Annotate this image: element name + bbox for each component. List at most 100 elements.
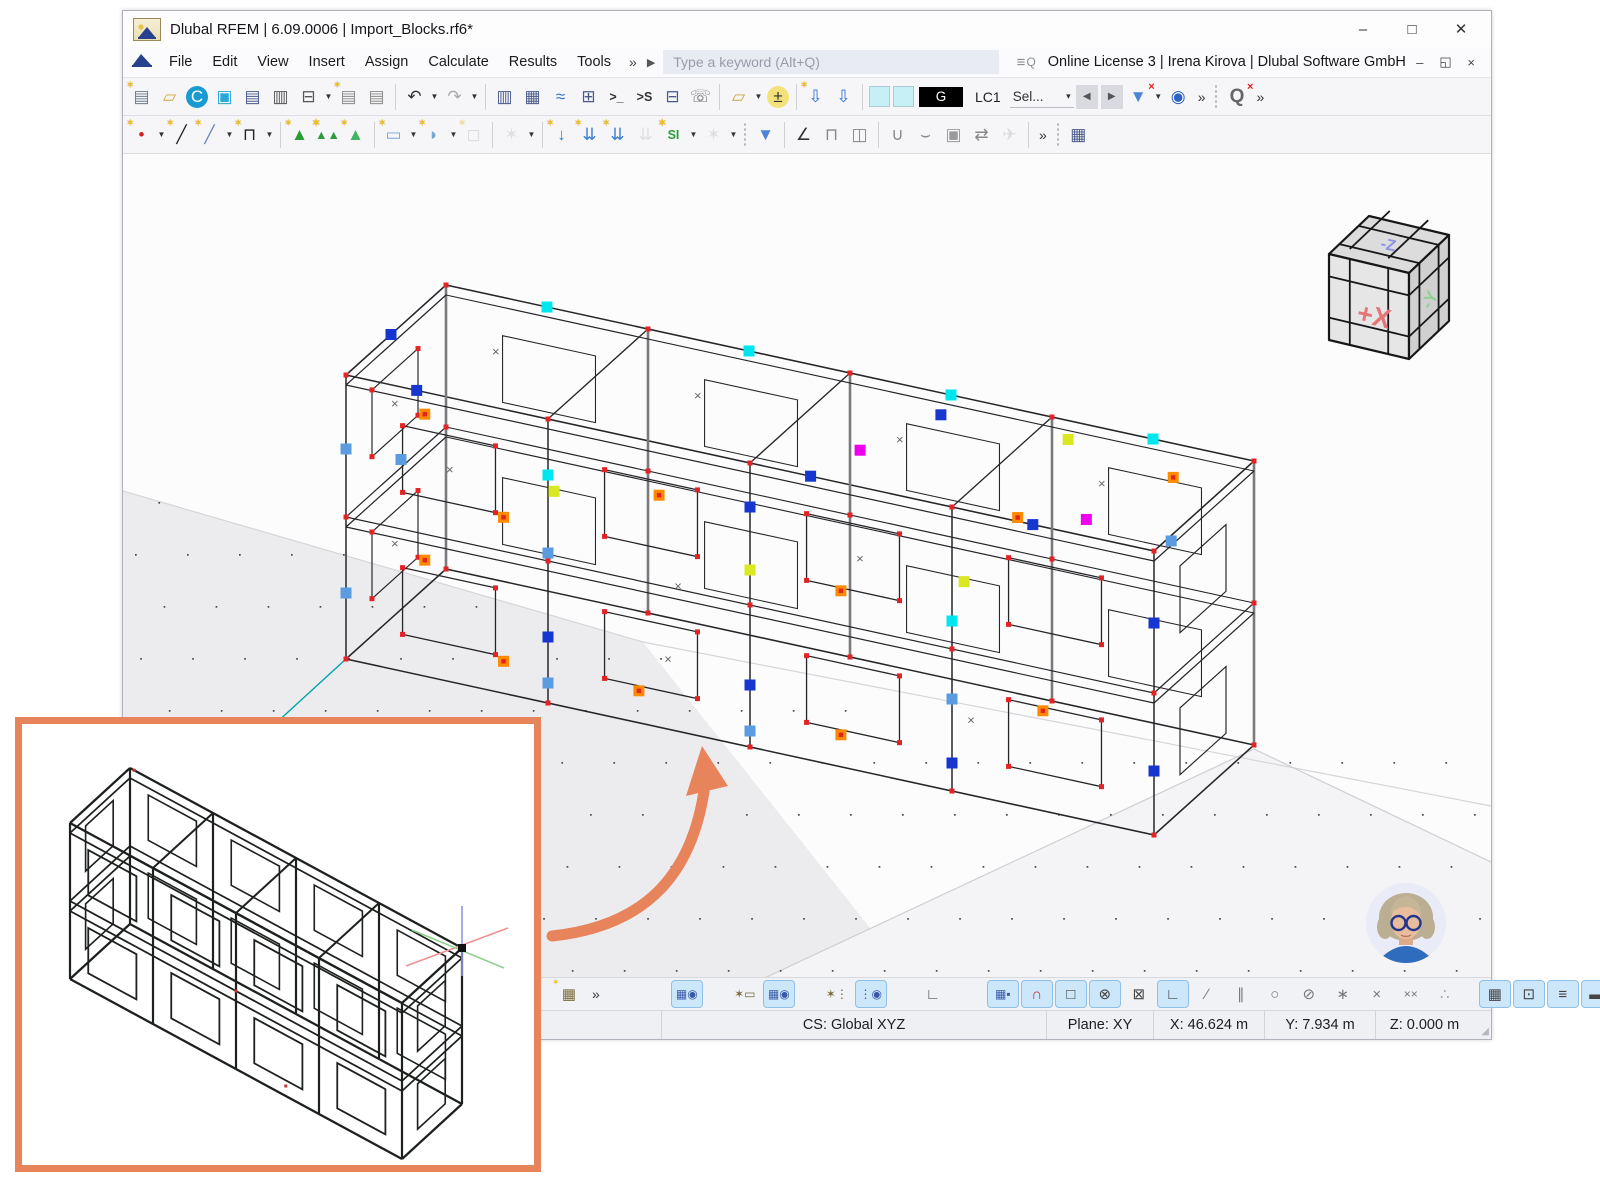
- node-marker[interactable]: [1049, 556, 1055, 562]
- result-diagram-icon[interactable]: ≈: [547, 83, 574, 110]
- snap-points-icon[interactable]: ∴: [1429, 980, 1461, 1008]
- node-marker[interactable]: [1098, 717, 1104, 723]
- resize-grip[interactable]: ◢: [1473, 1011, 1491, 1039]
- node-marker[interactable]: [369, 454, 375, 460]
- open-model-icon[interactable]: ▱: [156, 83, 183, 110]
- selection-dropdown[interactable]: Sel... ▾: [1009, 86, 1074, 108]
- new-nodal-load-icon[interactable]: ↓ ✶: [546, 118, 575, 148]
- clear-filter-icon[interactable]: ▼ ×: [1125, 81, 1155, 110]
- imposed-deformation-icon[interactable]: SI ✶: [658, 118, 687, 148]
- color-swatch-2[interactable]: [893, 86, 914, 107]
- colored-marker[interactable]: [935, 409, 947, 421]
- menu-tools[interactable]: Tools: [567, 51, 621, 73]
- node-marker[interactable]: [369, 387, 375, 393]
- colored-marker[interactable]: [946, 757, 958, 769]
- new-modification-icon-dropdown[interactable]: ▼: [526, 121, 537, 148]
- node-marker[interactable]: [1251, 458, 1257, 464]
- node-marker[interactable]: [492, 652, 498, 658]
- model-navigator-icon[interactable]: ▤: [239, 83, 266, 110]
- result-surface-icon[interactable]: ⌣: [912, 121, 939, 148]
- node-marker[interactable]: [343, 656, 349, 662]
- colored-marker[interactable]: [340, 443, 352, 455]
- new-line-support-icon[interactable]: ▲ ✶: [340, 118, 369, 148]
- node-marker[interactable]: [896, 673, 902, 679]
- table-panel-icon[interactable]: ▦: [1065, 121, 1092, 148]
- node-marker[interactable]: [400, 631, 406, 637]
- menu-edit[interactable]: Edit: [202, 51, 247, 73]
- node-marker[interactable]: [1151, 548, 1157, 554]
- colored-marker[interactable]: [744, 679, 756, 691]
- node-marker[interactable]: [1049, 414, 1055, 420]
- search-input[interactable]: [663, 50, 999, 74]
- background-grid-icon[interactable]: ▦: [1478, 980, 1511, 1008]
- snap-cross-icon[interactable]: ××: [1395, 980, 1427, 1008]
- node-marker[interactable]: [747, 744, 753, 750]
- layers-icon[interactable]: ≡: [1546, 980, 1579, 1008]
- grid-toggle[interactable]: G: [919, 86, 963, 107]
- visibility-icon[interactable]: ◉: [1165, 83, 1192, 110]
- menu-file[interactable]: File: [159, 51, 202, 73]
- node-marker[interactable]: [1006, 763, 1012, 769]
- colored-marker[interactable]: [945, 389, 957, 401]
- report-icon[interactable]: ▤: [363, 83, 390, 110]
- selection-box-icon[interactable]: ⊡: [1512, 980, 1545, 1008]
- node-marker[interactable]: [645, 468, 651, 474]
- node-marker[interactable]: [1006, 697, 1012, 703]
- node-marker[interactable]: [400, 489, 406, 495]
- node-marker[interactable]: [443, 566, 449, 572]
- navigation-cube[interactable]: +X -Y -Z: [1319, 188, 1479, 366]
- node-marker[interactable]: [1151, 832, 1157, 838]
- mdi-minimize-button[interactable]: –: [1408, 51, 1432, 73]
- node-marker[interactable]: [545, 700, 551, 706]
- snap-center-icon[interactable]: ⊗: [1088, 980, 1121, 1008]
- node-marker[interactable]: [343, 372, 349, 378]
- menu-overflow[interactable]: »: [623, 54, 643, 70]
- node-marker[interactable]: [1049, 698, 1055, 704]
- node-marker[interactable]: [443, 424, 449, 430]
- node-marker[interactable]: [602, 609, 608, 615]
- node-marker[interactable]: [804, 719, 810, 725]
- colored-marker[interactable]: [744, 725, 756, 737]
- node-marker[interactable]: [400, 565, 406, 571]
- colored-marker[interactable]: [946, 615, 958, 627]
- new-polyline-icon-dropdown[interactable]: ▼: [264, 121, 275, 148]
- node-marker[interactable]: [1098, 784, 1104, 790]
- node-marker[interactable]: [645, 610, 651, 616]
- grid-settings-icon[interactable]: ✶▭: [729, 980, 761, 1008]
- support-chat-icon[interactable]: ☏: [687, 83, 714, 110]
- colored-marker[interactable]: [395, 454, 407, 465]
- colored-marker[interactable]: [542, 677, 554, 689]
- snap-bisector-icon[interactable]: ∗: [1327, 980, 1359, 1008]
- guidelines-visibility-icon[interactable]: ⋮◉: [854, 980, 887, 1008]
- colored-marker[interactable]: [1165, 535, 1177, 547]
- script-console-icon[interactable]: >S: [631, 83, 658, 110]
- tables-icon[interactable]: ▦: [519, 83, 546, 110]
- node-marker[interactable]: [949, 504, 955, 510]
- redo-icon[interactable]: ↷: [441, 83, 468, 110]
- colored-marker[interactable]: [1062, 434, 1074, 446]
- new-modification-icon[interactable]: ✶: [498, 121, 525, 148]
- node-marker[interactable]: [847, 512, 853, 518]
- section-icon[interactable]: ⊓: [818, 121, 845, 148]
- colored-marker[interactable]: [1080, 513, 1092, 525]
- node-marker[interactable]: [896, 598, 902, 604]
- node-marker[interactable]: [545, 416, 551, 422]
- node-marker[interactable]: [694, 629, 700, 635]
- previous-load-case-button[interactable]: ◀: [1075, 84, 1098, 109]
- node-marker[interactable]: [1006, 621, 1012, 627]
- result-diagram-line-icon[interactable]: ∠: [790, 121, 817, 148]
- color-swatch-1[interactable]: [869, 86, 890, 107]
- node-marker[interactable]: [804, 653, 810, 659]
- node-marker[interactable]: [545, 558, 551, 564]
- colored-marker[interactable]: [958, 576, 970, 588]
- navigator-panel-icon[interactable]: ▥: [491, 83, 518, 110]
- node-marker[interactable]: [415, 346, 421, 352]
- new-line-load-icon[interactable]: ⇊ ✶: [602, 118, 631, 148]
- animation-icon[interactable]: ◫: [846, 121, 873, 148]
- colored-marker[interactable]: [541, 301, 553, 313]
- panels-icon[interactable]: ⊞: [575, 83, 602, 110]
- new-nodal-support-icon[interactable]: ▲ ✶: [284, 118, 313, 148]
- colored-marker[interactable]: [542, 469, 554, 481]
- new-member-icon[interactable]: ╱ ✶: [194, 118, 223, 148]
- colored-marker[interactable]: [805, 470, 817, 482]
